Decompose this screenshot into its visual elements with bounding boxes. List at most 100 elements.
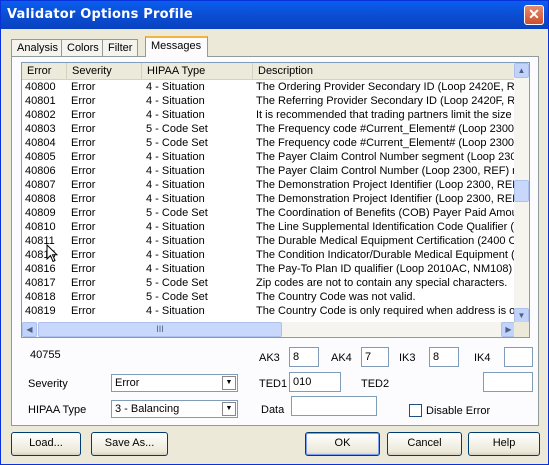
hipaa-type-cell: 4 - Situation — [146, 249, 205, 261]
table-row[interactable]: 40805 Error 4 - Situation The Payer Claim C… — [22, 150, 517, 164]
column-header-description[interactable]: Description — [253, 63, 517, 79]
hipaa-type-cell: 4 - Situation — [146, 179, 205, 191]
ak3-label: AK3 — [259, 352, 280, 364]
vertical-scrollbar[interactable]: ▲ ▼ — [514, 63, 529, 323]
hipaa-type-cell: 4 - Situation — [146, 221, 205, 233]
table-row[interactable]: 40819 Error 4 - Situation The Country Code … — [22, 304, 517, 318]
error-code-cell: 40802 — [25, 109, 56, 121]
cancel-button[interactable]: Cancel — [387, 432, 462, 456]
table-row[interactable]: 40810 Error 4 - Situation The Line Suppleme… — [22, 220, 517, 234]
hipaa-type-dropdown[interactable]: 3 - Balancing ▼ — [111, 400, 238, 418]
severity-cell: Error — [71, 305, 96, 317]
table-row[interactable]: 40803 Error 5 - Code Set The Frequency code… — [22, 122, 517, 136]
severity-label: Severity — [28, 378, 68, 390]
description-cell: The Frequency code #Current_Element# (Lo… — [256, 137, 516, 149]
severity-cell: Error — [71, 263, 96, 275]
table-row[interactable]: 40800 Error 4 - Situation The Ordering Prov… — [22, 80, 517, 94]
ik4-label: IK4 — [474, 352, 491, 364]
tab-messages[interactable]: Messages — [145, 36, 208, 57]
column-header-hipaa-type[interactable]: HIPAA Type — [142, 63, 253, 79]
severity-value: Error — [115, 377, 140, 389]
hipaa-type-cell: 4 - Situation — [146, 109, 205, 121]
severity-cell: Error — [71, 123, 96, 135]
scroll-up-icon[interactable]: ▲ — [514, 63, 529, 78]
data-field[interactable] — [291, 396, 377, 416]
close-icon[interactable]: ✕ — [524, 5, 544, 25]
scroll-corner — [514, 322, 529, 337]
description-cell: Zip codes are not to contain any special… — [256, 277, 508, 289]
ik4-field[interactable] — [504, 347, 533, 367]
error-code-cell: 40805 — [25, 151, 56, 163]
table-row[interactable]: 40811 Error 4 - Situation The Durable Medic… — [22, 234, 517, 248]
horizontal-scroll-thumb[interactable]: III — [38, 322, 282, 337]
hipaa-type-cell: 4 - Situation — [146, 305, 205, 317]
severity-cell: Error — [71, 221, 96, 233]
table-row[interactable]: 40807 Error 4 - Situation The Demonstration… — [22, 178, 517, 192]
ok-button[interactable]: OK — [305, 432, 380, 456]
hipaa-type-cell: 4 - Situation — [146, 235, 205, 247]
severity-dropdown[interactable]: Error ▼ — [111, 374, 238, 392]
hipaa-type-cell: 4 - Situation — [146, 263, 205, 275]
severity-cell: Error — [71, 249, 96, 261]
ted2-field[interactable] — [483, 372, 533, 392]
help-button[interactable]: Help — [468, 432, 540, 456]
column-header-error[interactable]: Error — [22, 63, 67, 79]
severity-cell: Error — [71, 235, 96, 247]
scroll-left-icon[interactable]: ◀ — [22, 322, 37, 337]
column-header-severity[interactable]: Severity — [67, 63, 142, 79]
ted1-field[interactable]: 010 — [289, 372, 341, 392]
table-row[interactable]: 40816 Error 4 - Situation The Pay-To Plan I… — [22, 262, 517, 276]
tab-analysis[interactable]: Analysis — [11, 39, 62, 56]
horizontal-scrollbar[interactable]: ◀ III ▶ — [22, 322, 516, 337]
ik3-field[interactable]: 8 — [429, 347, 459, 367]
description-cell: The Demonstration Project Identifier (Lo… — [256, 193, 516, 205]
table-row[interactable]: 40809 Error 5 - Code Set The Coordination o… — [22, 206, 517, 220]
table-row[interactable]: 40801 Error 4 - Situation The Referring Pro… — [22, 94, 517, 108]
messages-table[interactable]: Error Severity HIPAA Type Description 40… — [21, 62, 530, 338]
ak4-field[interactable]: 7 — [361, 347, 389, 367]
table-row[interactable]: 40815 Error 4 - Situation The Condition Ind… — [22, 248, 517, 262]
load-button[interactable]: Load... — [11, 432, 81, 456]
ak3-field[interactable]: 8 — [289, 347, 319, 367]
hipaa-type-cell: 5 - Code Set — [146, 277, 208, 289]
ak4-label: AK4 — [331, 352, 352, 364]
hipaa-type-cell: 4 - Situation — [146, 165, 205, 177]
severity-cell: Error — [71, 193, 96, 205]
description-cell: The Coordination of Benefits (COB) Payer… — [256, 207, 516, 219]
description-cell: The Payer Claim Control Number segment (… — [256, 151, 516, 163]
save-as-button[interactable]: Save As... — [91, 432, 168, 456]
severity-cell: Error — [71, 81, 96, 93]
chevron-down-icon[interactable]: ▼ — [222, 376, 236, 390]
table-row[interactable]: 40806 Error 4 - Situation The Payer Claim C… — [22, 164, 517, 178]
error-code-cell: 40800 — [25, 81, 56, 93]
severity-cell: Error — [71, 179, 96, 191]
table-row[interactable]: 40804 Error 5 - Code Set The Frequency code… — [22, 136, 517, 150]
tab-filter[interactable]: Filter — [102, 39, 138, 56]
vertical-scroll-thumb[interactable] — [514, 180, 529, 202]
error-code-cell: 40806 — [25, 165, 56, 177]
error-code-cell: 40809 — [25, 207, 56, 219]
table-row[interactable]: 40802 Error 4 - Situation It is recommended… — [22, 108, 517, 122]
description-cell: The Demonstration Project Identifier (Lo… — [256, 179, 516, 191]
disable-error-checkbox[interactable] — [409, 404, 422, 417]
table-body: 40800 Error 4 - Situation The Ordering Prov… — [22, 80, 517, 318]
chevron-down-icon[interactable]: ▼ — [222, 402, 236, 416]
error-code-cell: 40810 — [25, 221, 56, 233]
title-bar[interactable]: Validator Options Profile ✕ — [1, 1, 548, 29]
hipaa-type-cell: 4 - Situation — [146, 95, 205, 107]
scroll-down-icon[interactable]: ▼ — [514, 308, 529, 323]
table-row[interactable]: 40817 Error 5 - Code Set Zip codes are not … — [22, 276, 517, 290]
table-row[interactable]: 40818 Error 5 - Code Set The Country Code w… — [22, 290, 517, 304]
table-row[interactable]: 40808 Error 4 - Situation The Demonstration… — [22, 192, 517, 206]
hipaa-type-cell: 5 - Code Set — [146, 291, 208, 303]
severity-cell: Error — [71, 137, 96, 149]
description-cell: The Line Supplemental Identification Cod… — [256, 221, 516, 233]
hipaa-type-cell: 4 - Situation — [146, 193, 205, 205]
tab-colors[interactable]: Colors — [61, 39, 103, 56]
description-cell: The Frequency code #Current_Element# (Lo… — [256, 123, 516, 135]
error-code-cell: 40818 — [25, 291, 56, 303]
severity-cell: Error — [71, 95, 96, 107]
error-code-cell: 40807 — [25, 179, 56, 191]
error-code-cell: 40803 — [25, 123, 56, 135]
hipaa-type-cell: 5 - Code Set — [146, 123, 208, 135]
